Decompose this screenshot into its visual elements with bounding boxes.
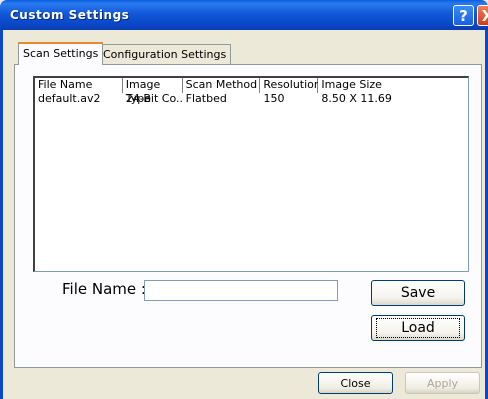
list-item[interactable]: default.av2 24-Bit Co... Flatbed 150 8.5… — [35, 93, 468, 107]
file-name-label: File Name : — [62, 280, 146, 298]
window-close-button[interactable]: X — [477, 5, 488, 26]
apply-button[interactable]: Apply — [405, 372, 480, 394]
column-header-image-size[interactable]: Image Size — [318, 78, 468, 93]
column-header-file-name[interactable]: File Name — [35, 78, 123, 93]
column-header-image-type[interactable]: Image Type — [122, 78, 183, 105]
close-icon: X — [481, 6, 488, 25]
window-title: Custom Settings — [10, 8, 130, 22]
tab-configuration-settings[interactable]: Configuration Settings — [98, 44, 232, 64]
save-button[interactable]: Save — [371, 280, 465, 306]
close-button[interactable]: Close — [318, 372, 393, 394]
load-button-label: Load — [376, 318, 460, 338]
list-header: File Name Image Type Scan Method Resolut… — [35, 78, 468, 105]
help-icon: ? — [459, 6, 468, 25]
help-button[interactable]: ? — [453, 5, 474, 26]
cell-image-size: 8.50 X 11.69 — [321, 93, 392, 105]
cell-resolution: 150 — [263, 93, 285, 105]
title-bar[interactable]: Custom Settings ? X — [0, 0, 488, 30]
cell-image-type: 24-Bit Co... — [125, 93, 183, 105]
cell-scan-method: Flatbed — [185, 93, 227, 105]
cell-file-name: default.av2 — [38, 93, 101, 105]
settings-list[interactable]: File Name Image Type Scan Method Resolut… — [33, 76, 469, 272]
column-header-scan-method[interactable]: Scan Method — [182, 78, 261, 93]
tab-scan-settings[interactable]: Scan Settings — [18, 42, 104, 65]
column-header-resolution[interactable]: Resolution — [260, 78, 321, 93]
file-name-input[interactable] — [144, 280, 338, 301]
load-button[interactable]: Load — [371, 315, 465, 341]
